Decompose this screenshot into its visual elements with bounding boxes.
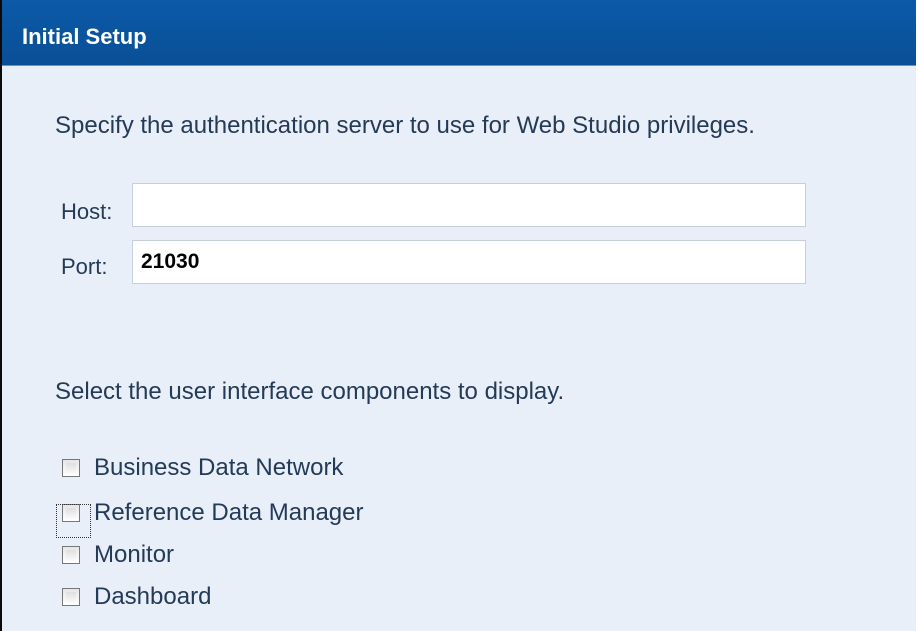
business-data-network-option[interactable]: Business Data Network — [62, 452, 343, 484]
monitor-checkbox-icon[interactable] — [62, 546, 80, 564]
host-input[interactable] — [132, 183, 806, 227]
business-data-network-label[interactable]: Business Data Network — [94, 454, 343, 482]
reference-data-manager-checkbox-icon[interactable] — [56, 504, 91, 538]
title-bar: Initial Setup — [2, 0, 916, 66]
authentication-instruction: Specify the authentication server to use… — [55, 112, 755, 139]
reference-data-manager-option[interactable]: Reference Data Manager — [56, 497, 363, 538]
monitor-label[interactable]: Monitor — [94, 541, 174, 569]
setup-panel: Specify the authentication server to use… — [2, 66, 916, 631]
business-data-network-checkbox-icon[interactable] — [62, 459, 80, 477]
port-label: Port: — [61, 254, 108, 279]
initial-setup-window: Initial Setup Specify the authentication… — [0, 0, 916, 631]
focus-ring — [56, 504, 91, 538]
host-label: Host: — [61, 199, 113, 224]
dashboard-checkbox-icon[interactable] — [62, 588, 80, 606]
window-title: Initial Setup — [22, 24, 147, 49]
monitor-option[interactable]: Monitor — [62, 539, 174, 571]
reference-data-manager-label[interactable]: Reference Data Manager — [94, 499, 363, 527]
components-instruction: Select the user interface components to … — [55, 378, 565, 405]
port-input[interactable] — [132, 240, 806, 284]
dashboard-option[interactable]: Dashboard — [62, 581, 211, 613]
dashboard-label[interactable]: Dashboard — [94, 583, 211, 611]
